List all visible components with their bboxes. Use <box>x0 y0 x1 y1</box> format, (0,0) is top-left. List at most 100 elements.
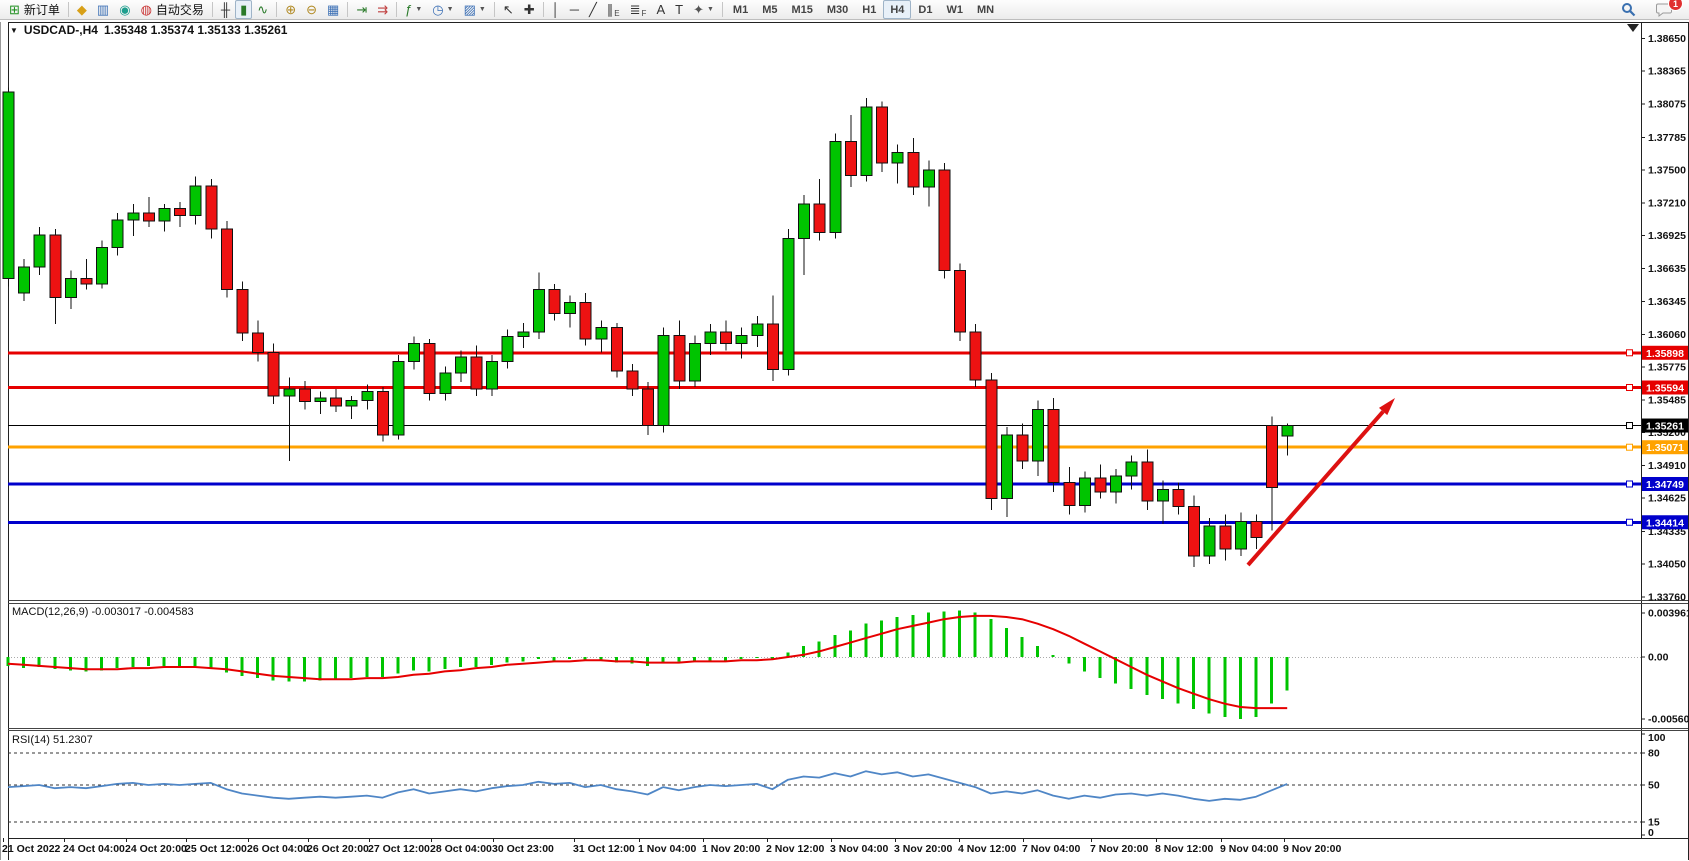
channel-button[interactable]: ∥E <box>602 0 625 19</box>
open-chart-button[interactable]: ◆ <box>72 0 92 19</box>
candle <box>112 213 123 255</box>
horizontal-line-1.34749[interactable]: 1.34749 <box>8 477 1688 491</box>
price-chart-svg[interactable]: 1.386501.383651.380751.377851.375001.372… <box>0 20 1689 861</box>
candle <box>393 355 404 440</box>
price-tick-label: 1.35775 <box>1648 361 1686 373</box>
templates-button[interactable]: ▨▼ <box>459 0 491 19</box>
line-handle[interactable] <box>1627 423 1633 429</box>
candle <box>643 382 654 435</box>
toolbar-right: 1 <box>1616 0 1685 19</box>
time-tick-label: 21 Oct 2022 <box>2 843 61 855</box>
horizontal-line-1.35594[interactable]: 1.35594 <box>8 380 1688 394</box>
chart-shift-marker[interactable] <box>1627 24 1639 32</box>
horizontal-line-1.35261[interactable]: 1.35261 <box>8 419 1688 433</box>
chart-area[interactable]: 1.386501.383651.380751.377851.375001.372… <box>0 20 1689 861</box>
candle <box>767 295 778 381</box>
line-handle[interactable] <box>1627 519 1633 525</box>
macd-bar <box>818 641 821 657</box>
text-label-button[interactable]: T <box>670 0 688 19</box>
macd-bar <box>989 619 992 657</box>
tile-windows-button[interactable]: ▦ <box>322 0 344 19</box>
horizontal-line-button[interactable]: ─ <box>565 0 584 19</box>
signals-button[interactable]: ◉ <box>114 0 135 19</box>
vertical-line-button[interactable]: │ <box>547 0 565 19</box>
vertical-line-icon: │ <box>552 3 560 16</box>
macd-bar <box>319 657 322 680</box>
periods-button[interactable]: ◷▼ <box>427 0 458 19</box>
terminal-window: ⊞新订单◆▥◉◍自动交易╫▮∿⊕⊖▦⇥⇉ƒ▼◷▼▨▼↖✚│─╱∥E≣FAT✦▼M… <box>0 0 1689 861</box>
timeframe-m30-button[interactable]: M30 <box>820 0 855 19</box>
text-button[interactable]: A <box>651 0 670 19</box>
search-button[interactable] <box>1616 0 1641 19</box>
timeframe-m15-button[interactable]: M15 <box>784 0 819 19</box>
timeframe-m1-button[interactable]: M1 <box>726 0 755 19</box>
market-watch-button[interactable]: ▥ <box>92 0 114 19</box>
price-label-text: 1.35898 <box>1646 348 1684 360</box>
chart-dropdown-icon: ▼ <box>10 26 18 35</box>
cursor-icon: ↖ <box>503 3 514 16</box>
candle <box>440 366 451 400</box>
macd-bar <box>350 657 353 678</box>
timeframe-mn-button[interactable]: MN <box>970 0 1001 19</box>
timeframe-m5-button[interactable]: M5 <box>755 0 784 19</box>
chart-shift-button[interactable]: ⇥ <box>351 0 372 19</box>
rsi-tick-label: 80 <box>1648 748 1660 760</box>
timeframe-w1-button[interactable]: W1 <box>939 0 970 19</box>
notifications-button[interactable]: 1 <box>1651 0 1677 19</box>
time-axis[interactable]: 21 Oct 202224 Oct 04:0024 Oct 20:0025 Oc… <box>2 838 1342 855</box>
notification-badge: 1 <box>1668 0 1683 11</box>
macd-tick-label: 0.003961 <box>1648 608 1689 620</box>
crosshair-button[interactable]: ✚ <box>519 0 540 19</box>
time-tick-label: 28 Oct 04:00 <box>430 843 492 855</box>
macd-signal-line <box>8 616 1287 708</box>
candle <box>518 323 529 348</box>
candlestick-chart-button[interactable]: ▮ <box>235 0 252 19</box>
line-handle[interactable] <box>1627 444 1633 450</box>
price-label-text: 1.34414 <box>1646 517 1684 529</box>
timeframe-h1-button[interactable]: H1 <box>855 0 883 19</box>
trendline-button[interactable]: ╱ <box>584 0 602 19</box>
candle <box>487 355 498 396</box>
new-order-button[interactable]: ⊞新订单 <box>4 0 65 19</box>
candle <box>596 321 607 353</box>
line-chart-button[interactable]: ∿ <box>252 0 273 19</box>
autotrade-button[interactable]: ◍自动交易 <box>136 0 209 19</box>
candle <box>1282 423 1293 455</box>
bar-chart-button[interactable]: ╫ <box>216 0 235 19</box>
macd-bar <box>381 657 384 677</box>
line-handle[interactable] <box>1627 481 1633 487</box>
candle <box>1157 480 1168 523</box>
time-tick-label: 3 Nov 04:00 <box>830 843 889 855</box>
fibonacci-icon-sub: F <box>642 9 647 18</box>
macd-bar <box>1052 655 1055 657</box>
line-handle[interactable] <box>1627 384 1633 390</box>
macd-bar <box>1208 657 1211 714</box>
horizontal-line-1.34414[interactable]: 1.34414 <box>8 515 1688 529</box>
fibonacci-button[interactable]: ≣F <box>625 0 652 19</box>
macd-bar <box>178 657 181 667</box>
zoom-out-button[interactable]: ⊖ <box>301 0 322 19</box>
time-tick-label: 4 Nov 12:00 <box>958 843 1017 855</box>
candle <box>1142 450 1153 511</box>
zoom-in-button[interactable]: ⊕ <box>280 0 301 19</box>
toolbar-separator <box>212 2 213 17</box>
line-handle[interactable] <box>1627 350 1633 356</box>
clock-icon: ◷ <box>432 3 443 16</box>
candle <box>627 364 638 396</box>
chart-ohlc-values: 1.35348 1.35374 1.35133 1.35261 <box>104 23 288 37</box>
price-tick-label: 1.34050 <box>1648 558 1686 570</box>
macd-panel: 0.0039610.00-0.005601 <box>7 608 1689 726</box>
timeframe-h4-button[interactable]: H4 <box>883 0 911 19</box>
shapes-button[interactable]: ✦▼ <box>688 0 719 19</box>
horizontal-line-1.35071[interactable]: 1.35071 <box>8 440 1688 454</box>
candle <box>159 204 170 231</box>
macd-bar <box>506 657 509 663</box>
macd-bar <box>334 657 337 679</box>
cursor-button[interactable]: ↖ <box>498 0 519 19</box>
auto-scroll-button[interactable]: ⇉ <box>372 0 393 19</box>
macd-bar <box>865 624 868 657</box>
price-tick-label: 1.37500 <box>1648 164 1686 176</box>
timeframe-d1-button[interactable]: D1 <box>911 0 939 19</box>
chart-frame <box>1 22 1689 860</box>
indicators-button[interactable]: ƒ▼ <box>400 0 427 19</box>
